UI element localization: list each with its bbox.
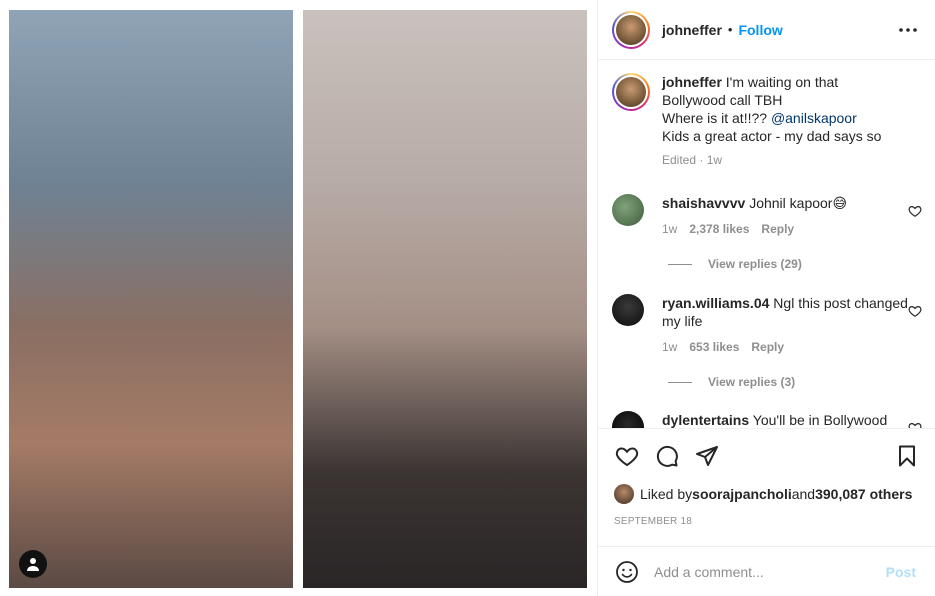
mention-link[interactable]: @anilskapoor <box>771 110 857 126</box>
comment-likes[interactable]: 653 likes <box>689 338 739 356</box>
comment-icon[interactable] <box>654 443 680 469</box>
comment-avatar[interactable] <box>612 194 644 226</box>
comment-username[interactable]: shaishavvvv <box>662 195 745 211</box>
post-header: johneffer • Follow <box>598 0 935 60</box>
caption-line: Where is it at!!?? <box>662 110 771 126</box>
liker-avatar[interactable] <box>614 484 634 504</box>
author-avatar[interactable] <box>612 10 650 49</box>
emoji-icon[interactable] <box>614 559 640 585</box>
like-comment-icon[interactable] <box>908 421 922 428</box>
caption-line: Kids a great actor - my dad says so <box>662 128 882 144</box>
more-horizontal-icon[interactable] <box>896 18 920 42</box>
post-panel: johneffer • Follow johneffer I'm waiting… <box>597 0 935 596</box>
comment-time[interactable]: 1w <box>662 338 677 356</box>
view-replies-button[interactable]: View replies (3) <box>668 375 795 389</box>
like-comment-icon[interactable] <box>908 304 922 318</box>
follow-button[interactable]: Follow <box>738 22 782 38</box>
comment-avatar[interactable] <box>612 294 644 326</box>
post-comment-button[interactable]: Post <box>886 564 916 580</box>
view-replies-button[interactable]: View replies (29) <box>668 257 802 271</box>
comment-item: ryan.williams.04 Ngl this post changed m… <box>612 294 922 356</box>
save-bookmark-icon[interactable] <box>894 443 920 469</box>
comments-section[interactable]: johneffer I'm waiting on that Bollywood … <box>598 61 935 428</box>
comment-likes[interactable]: 2,378 likes <box>689 220 749 238</box>
caption-meta: Edited · 1w <box>662 153 723 167</box>
comment-username[interactable]: ryan.williams.04 <box>662 295 769 311</box>
add-comment-input[interactable] <box>654 563 874 580</box>
comment-item: dylentertains You'll be in Bollywood <box>612 411 922 428</box>
tagged-user-icon[interactable] <box>19 550 47 578</box>
separator-dot: • <box>727 22 733 37</box>
caption-avatar[interactable] <box>612 73 650 111</box>
likes-summary: Liked by soorajpancholi and 390,087 othe… <box>614 484 912 504</box>
view-replies-label: View replies (29) <box>708 257 802 271</box>
comment-avatar[interactable] <box>612 411 644 428</box>
post-media <box>0 0 597 596</box>
action-bar <box>598 428 935 478</box>
comment-item: shaishavvvv Johnil kapoor😅 1w 2,378 like… <box>612 194 922 238</box>
share-icon[interactable] <box>694 443 720 469</box>
caption-line: Bollywood call TBH <box>662 92 783 108</box>
caption-line: I'm waiting on that <box>725 74 839 90</box>
photo-left[interactable] <box>9 10 293 588</box>
view-replies-label: View replies (3) <box>708 375 796 389</box>
post-date[interactable]: SEPTEMBER 18 <box>614 516 692 527</box>
photo-right[interactable] <box>303 10 587 588</box>
comment-text: Johnil kapoor😅 <box>749 195 848 211</box>
add-comment-bar: Post <box>598 546 935 596</box>
caption: johneffer I'm waiting on that Bollywood … <box>612 73 922 169</box>
like-comment-icon[interactable] <box>908 204 922 218</box>
reply-button[interactable]: Reply <box>751 338 784 356</box>
comment-username[interactable]: dylentertains <box>662 412 749 428</box>
like-icon[interactable] <box>614 443 640 469</box>
caption-username[interactable]: johneffer <box>662 74 722 90</box>
author-username[interactable]: johneffer <box>662 22 722 38</box>
comment-text: You'll be in Bollywood <box>752 412 888 428</box>
likes-prefix: Liked by <box>640 486 693 502</box>
likes-count[interactable]: 390,087 others <box>815 486 912 502</box>
reply-button[interactable]: Reply <box>761 220 794 238</box>
likes-middle: and <box>791 486 816 502</box>
comment-time[interactable]: 1w <box>662 220 677 238</box>
liker-username[interactable]: soorajpancholi <box>692 486 792 502</box>
